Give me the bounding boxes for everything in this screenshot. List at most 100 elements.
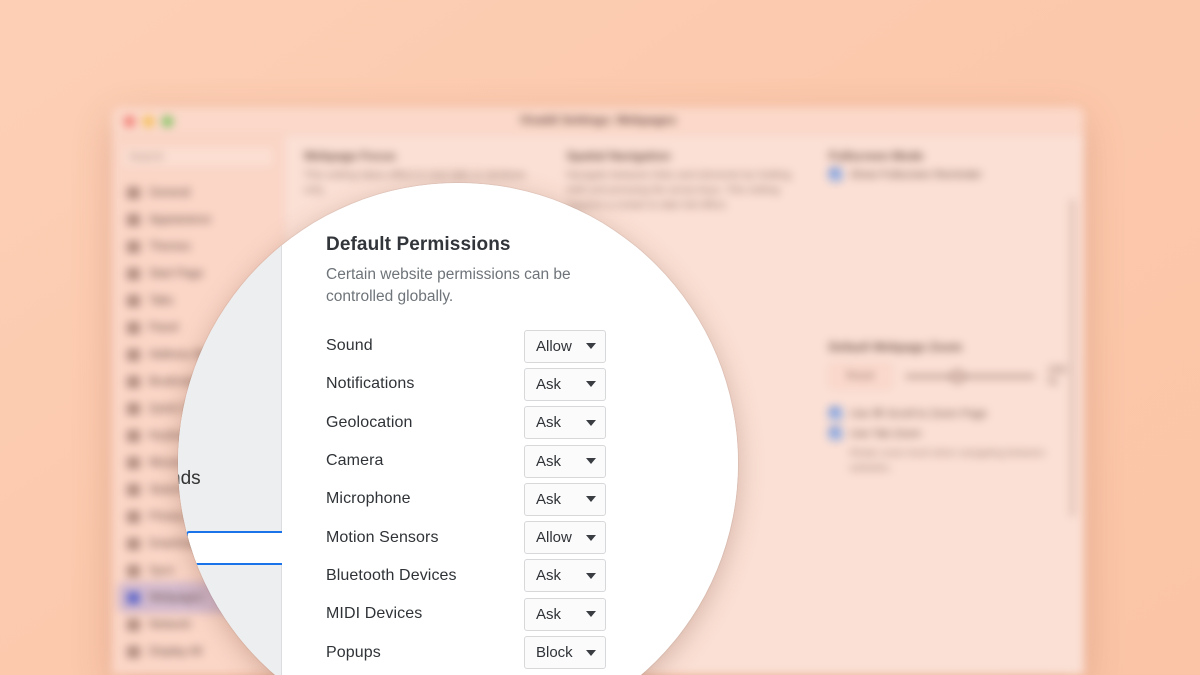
column-fullscreen-zoom: Fullscreen Mode Show Fullscreen Reminder…	[828, 149, 1067, 675]
appearance-icon	[127, 213, 140, 226]
tab-zoom-row[interactable]: Use Tab Zoom	[828, 427, 1066, 440]
permission-select-geolocation[interactable]: Ask	[524, 406, 606, 440]
cmd-scroll-zoom-row[interactable]: Use ⌘-Scroll to Zoom Page	[828, 407, 1066, 420]
permission-select-value: Allow	[536, 337, 572, 355]
chevron-down-icon	[586, 381, 596, 388]
permission-row: Microphone Ask	[326, 480, 606, 518]
zoom-slider-track	[904, 375, 1035, 378]
content-scrollbar[interactable]	[1070, 199, 1075, 517]
zoom-slider[interactable]	[904, 369, 1035, 383]
checkbox-icon[interactable]	[828, 427, 842, 440]
cmd-scroll-zoom-label: Use ⌘-Scroll to Zoom Page	[849, 408, 987, 420]
permission-select-value: Ask	[536, 452, 562, 470]
window-title: Vivaldi Settings: Webpages	[519, 113, 677, 127]
themes-icon	[127, 240, 140, 253]
permission-select-midi-devices[interactable]: Ask	[524, 597, 606, 631]
permission-label: Popups	[326, 643, 381, 661]
window-titlebar: Vivaldi Settings: Webpages	[112, 107, 1084, 135]
search-icon	[127, 483, 140, 496]
permission-select-value: Ask	[536, 414, 562, 432]
permission-select-bluetooth-devices[interactable]: Ask	[524, 559, 606, 593]
permission-label: Motion Sensors	[326, 528, 439, 546]
permission-row: Motion Sensors Allow	[326, 518, 606, 556]
lens-focused-input-field[interactable]	[186, 531, 294, 565]
zoom-controls-row: Reset 100 %	[828, 363, 1067, 389]
keyboard-icon	[127, 429, 140, 442]
chevron-down-icon	[586, 534, 596, 541]
chevron-down-icon	[586, 572, 596, 579]
permission-row: MIDI Devices Ask	[326, 595, 606, 633]
sync-icon	[127, 564, 140, 577]
lens-text-fragment-bottom: nds	[178, 468, 201, 489]
permission-label: Microphone	[326, 490, 411, 508]
permission-select-value: Ask	[536, 605, 562, 623]
sidebar-item-label: Panel	[149, 321, 179, 334]
checkbox-icon[interactable]	[828, 168, 842, 181]
permission-row: Notifications Ask	[326, 365, 606, 403]
permission-select-microphone[interactable]: Ask	[524, 482, 606, 516]
sidebar-item-label: Tabs	[149, 294, 174, 307]
chevron-down-icon	[586, 343, 596, 350]
webpages-icon	[127, 591, 140, 604]
tab-zoom-note: Retain zoom level when navigating betwee…	[849, 448, 1046, 474]
default-permissions-title: Default Permissions	[326, 234, 511, 255]
permission-select-motion-sensors[interactable]: Allow	[524, 521, 606, 555]
lens-sidebar-panel	[178, 183, 282, 675]
show-fullscreen-reminder-label: Show Fullscreen Reminder	[849, 168, 982, 181]
permission-row: Popups Block	[326, 633, 606, 671]
permission-select-value: Ask	[536, 567, 562, 585]
permission-select-value: Ask	[536, 490, 562, 508]
magnifier-lens: nds nds Default Permissions Certain webs…	[178, 183, 738, 675]
show-fullscreen-reminder-row[interactable]: Show Fullscreen Reminder	[828, 168, 1066, 181]
sidebar-search-input[interactable]: Search	[120, 145, 275, 169]
webpage-focus-title: Webpage Focus	[304, 149, 396, 163]
chevron-down-icon	[586, 458, 596, 465]
spatial-nav-title: Spatial Navigation	[566, 149, 671, 163]
general-icon	[127, 186, 140, 199]
downloads-icon	[127, 537, 140, 550]
bookmarks-icon	[127, 375, 140, 388]
permission-select-sound[interactable]: Allow	[524, 329, 606, 363]
startpage-icon	[127, 267, 140, 280]
displayall-icon	[127, 645, 140, 658]
chevron-down-icon	[586, 419, 596, 426]
permission-select-popups[interactable]: Block	[524, 636, 606, 670]
tab-zoom-label: Use Tab Zoom	[849, 427, 922, 440]
privacy-icon	[127, 510, 140, 523]
zoom-reset-button[interactable]: Reset	[828, 363, 892, 389]
addressbar-icon	[127, 348, 140, 361]
zoom-slider-knob[interactable]	[950, 370, 964, 383]
tabs-icon	[127, 294, 140, 307]
permission-label: Geolocation	[326, 413, 413, 431]
zoom-percent-value: 100 %	[1047, 364, 1067, 388]
permission-row: Geolocation Ask	[326, 404, 606, 442]
permission-label: Bluetooth Devices	[326, 566, 457, 584]
chevron-down-icon	[586, 649, 596, 656]
checkbox-icon[interactable]	[828, 407, 842, 420]
permission-label: MIDI Devices	[326, 605, 423, 623]
permission-select-notifications[interactable]: Ask	[524, 367, 606, 401]
quickcommands-icon	[127, 402, 140, 415]
sidebar-item-label: Sync	[149, 564, 175, 577]
permission-row: Camera Ask	[326, 442, 606, 480]
permission-select-value: Ask	[536, 375, 562, 393]
lens-text-fragment-top: nds	[178, 296, 210, 317]
permission-rows-list: Sound Allow Notifications Ask Geolocation Ask…	[326, 327, 738, 672]
permission-select-value: Block	[536, 644, 573, 662]
permission-row: Bluetooth Devices Ask	[326, 557, 606, 595]
permission-label: Camera	[326, 452, 384, 470]
permission-label: Sound	[326, 337, 373, 355]
panel-icon	[127, 321, 140, 334]
chevron-down-icon	[586, 611, 596, 618]
permission-label: Notifications	[326, 375, 415, 393]
network-icon	[127, 618, 140, 631]
fullscreen-mode-title: Fullscreen Mode	[828, 149, 924, 163]
permission-select-value: Allow	[536, 529, 572, 547]
default-webpage-zoom-title: Default Webpage Zoom	[828, 340, 963, 354]
default-permissions-panel: Default Permissions Certain website perm…	[282, 183, 738, 675]
chevron-down-icon	[586, 496, 596, 503]
default-permissions-description: Certain website permissions can be contr…	[326, 266, 571, 305]
permission-row: Sound Allow	[326, 327, 606, 365]
permission-select-camera[interactable]: Ask	[524, 444, 606, 478]
mouse-icon	[127, 456, 140, 469]
